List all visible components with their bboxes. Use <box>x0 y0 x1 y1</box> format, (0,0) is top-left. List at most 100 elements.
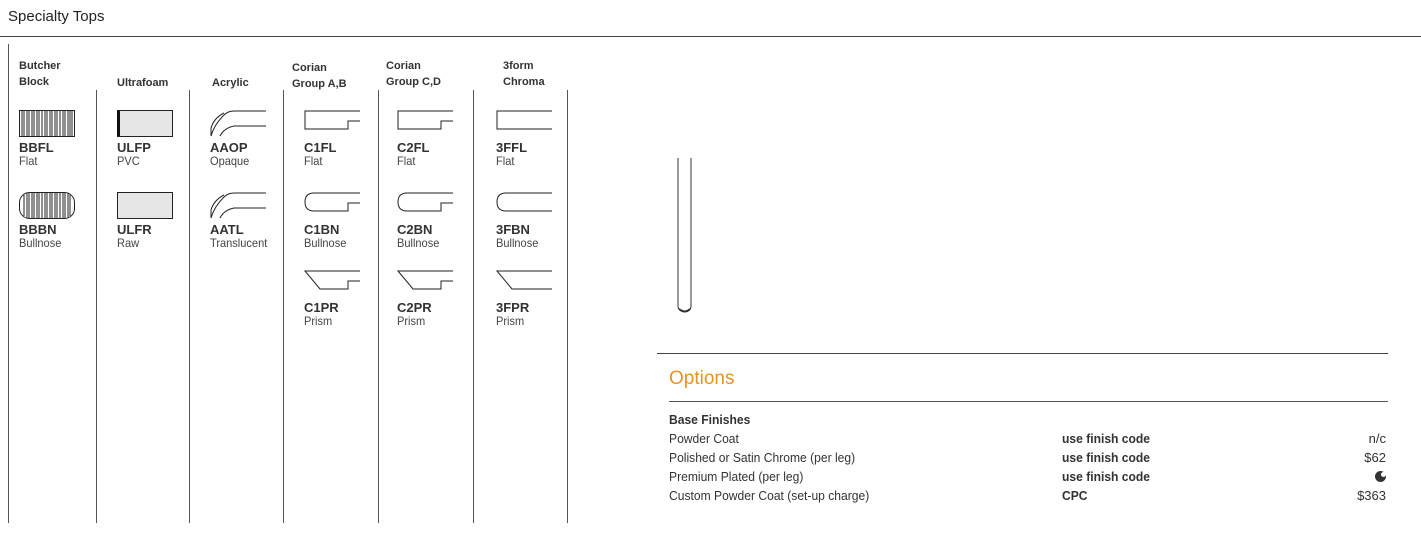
swatch-item[interactable]: BBFL Flat <box>19 110 109 168</box>
options-divider <box>657 353 1388 354</box>
flat-edge-icon <box>304 110 360 130</box>
swatch-item[interactable]: 3FFL Flat <box>496 110 586 168</box>
option-price: $62 <box>1364 450 1386 465</box>
item-code: C2FL <box>397 140 430 155</box>
header-line: Butcher <box>19 60 61 72</box>
column-header-ultrafoam: Ultrafoam <box>117 75 168 91</box>
swatch-item[interactable]: BBBN Bullnose <box>19 192 109 250</box>
options-title-divider <box>669 401 1388 402</box>
bullnose-edge-icon <box>397 192 453 212</box>
header-line: Corian <box>386 60 421 72</box>
header-line: Block <box>19 76 49 88</box>
item-code: AAOP <box>210 140 248 155</box>
option-row[interactable]: Premium Plated (per leg) use finish code <box>669 469 1386 487</box>
swatch-item[interactable]: ULFP PVC <box>117 110 207 168</box>
ultrafoam-raw-icon <box>117 192 173 219</box>
acrylic-opaque-edge-icon <box>210 110 266 137</box>
ultrafoam-pvc-icon <box>117 110 173 137</box>
item-desc: Flat <box>496 154 515 168</box>
option-name: Powder Coat <box>669 431 739 446</box>
quote-moon-icon <box>1375 469 1386 484</box>
prism-edge-icon <box>397 270 453 290</box>
item-code: ULFR <box>117 222 152 237</box>
column-header-corian-ab: Corian Group A,B <box>292 60 347 92</box>
item-code: C1BN <box>304 222 340 237</box>
option-code: use finish code <box>1062 450 1151 465</box>
option-code: CPC <box>1062 488 1088 503</box>
header-line: Corian <box>292 62 327 74</box>
swatch-item[interactable]: AATL Translucent <box>210 192 300 250</box>
item-code: C1PR <box>304 300 339 315</box>
header-line: Chroma <box>503 76 545 88</box>
option-name: Polished or Satin Chrome (per leg) <box>669 450 856 465</box>
option-code: use finish code <box>1062 469 1151 484</box>
item-code: C2PR <box>397 300 432 315</box>
item-code: C2BN <box>397 222 433 237</box>
column-divider <box>8 44 9 523</box>
item-desc: Flat <box>304 154 323 168</box>
item-desc: Flat <box>397 154 416 168</box>
item-desc: Flat <box>19 154 38 168</box>
swatch-item[interactable]: C1FL Flat <box>304 110 394 168</box>
prism-edge-icon <box>496 270 552 290</box>
swatch-item[interactable]: C2BN Bullnose <box>397 192 487 250</box>
item-desc: Prism <box>304 314 333 328</box>
swatch-item[interactable]: 3FBN Bullnose <box>496 192 586 250</box>
swatch-item[interactable]: C1BN Bullnose <box>304 192 394 250</box>
header-line: Group C,D <box>386 76 441 88</box>
option-row[interactable]: Powder Coat use finish code n/c <box>669 431 1386 449</box>
flat-edge-icon <box>397 110 453 130</box>
header-line: Acrylic <box>212 77 249 89</box>
swatch-item[interactable]: 3FPR Prism <box>496 270 586 328</box>
option-name: Custom Powder Coat (set-up charge) <box>669 488 870 503</box>
option-price: n/c <box>1368 431 1386 446</box>
item-desc: Bullnose <box>397 236 440 250</box>
options-title: Options <box>669 368 735 389</box>
item-desc: Prism <box>496 314 525 328</box>
item-code: 3FPR <box>496 300 530 315</box>
swatch-item[interactable]: C1PR Prism <box>304 270 394 328</box>
swatch-item[interactable]: C2FL Flat <box>397 110 487 168</box>
option-row[interactable]: Polished or Satin Chrome (per leg) use f… <box>669 450 1386 468</box>
item-code: BBBN <box>19 222 57 237</box>
header-line: Group A,B <box>292 78 347 90</box>
bullnose-edge-icon <box>496 192 552 212</box>
option-price: $363 <box>1357 488 1386 503</box>
section-title: Specialty Tops <box>8 8 105 25</box>
swatch-item[interactable]: AAOP Opaque <box>210 110 300 168</box>
base-finishes-heading: Base Finishes <box>669 412 751 427</box>
item-code: BBFL <box>19 140 54 155</box>
item-desc: Bullnose <box>19 236 62 250</box>
column-header-corian-cd: Corian Group C,D <box>386 58 441 90</box>
item-code: C1FL <box>304 140 337 155</box>
flat-edge-icon <box>496 110 552 130</box>
item-desc: Opaque <box>210 154 250 168</box>
swatch-item[interactable]: ULFR Raw <box>117 192 207 250</box>
column-header-acrylic: Acrylic <box>212 75 249 91</box>
column-header-3form-chroma: 3form Chroma <box>503 58 545 90</box>
item-code: 3FBN <box>496 222 530 237</box>
top-divider <box>0 36 1421 37</box>
item-code: 3FFL <box>496 140 528 155</box>
header-line: 3form <box>503 60 534 72</box>
butcher-block-flat-icon <box>19 110 75 137</box>
butcher-block-bullnose-icon <box>19 192 75 219</box>
option-name: Premium Plated (per leg) <box>669 469 804 484</box>
acrylic-translucent-edge-icon <box>210 192 266 219</box>
prism-edge-icon <box>304 270 360 290</box>
item-desc: Raw <box>117 236 140 250</box>
option-row[interactable]: Custom Powder Coat (set-up charge) CPC $… <box>669 488 1386 506</box>
header-line: Ultrafoam <box>117 77 169 89</box>
table-leg-diagram <box>677 158 692 313</box>
column-header-butcher-block: Butcher Block <box>19 58 61 90</box>
item-desc: PVC <box>117 154 140 168</box>
swatch-item[interactable]: C2PR Prism <box>397 270 487 328</box>
item-desc: Bullnose <box>304 236 347 250</box>
bullnose-edge-icon <box>304 192 360 212</box>
item-code: ULFP <box>117 140 151 155</box>
item-desc: Prism <box>397 314 426 328</box>
option-code: use finish code <box>1062 431 1151 446</box>
item-desc: Translucent <box>210 236 268 250</box>
item-desc: Bullnose <box>496 236 539 250</box>
item-code: AATL <box>210 222 244 237</box>
